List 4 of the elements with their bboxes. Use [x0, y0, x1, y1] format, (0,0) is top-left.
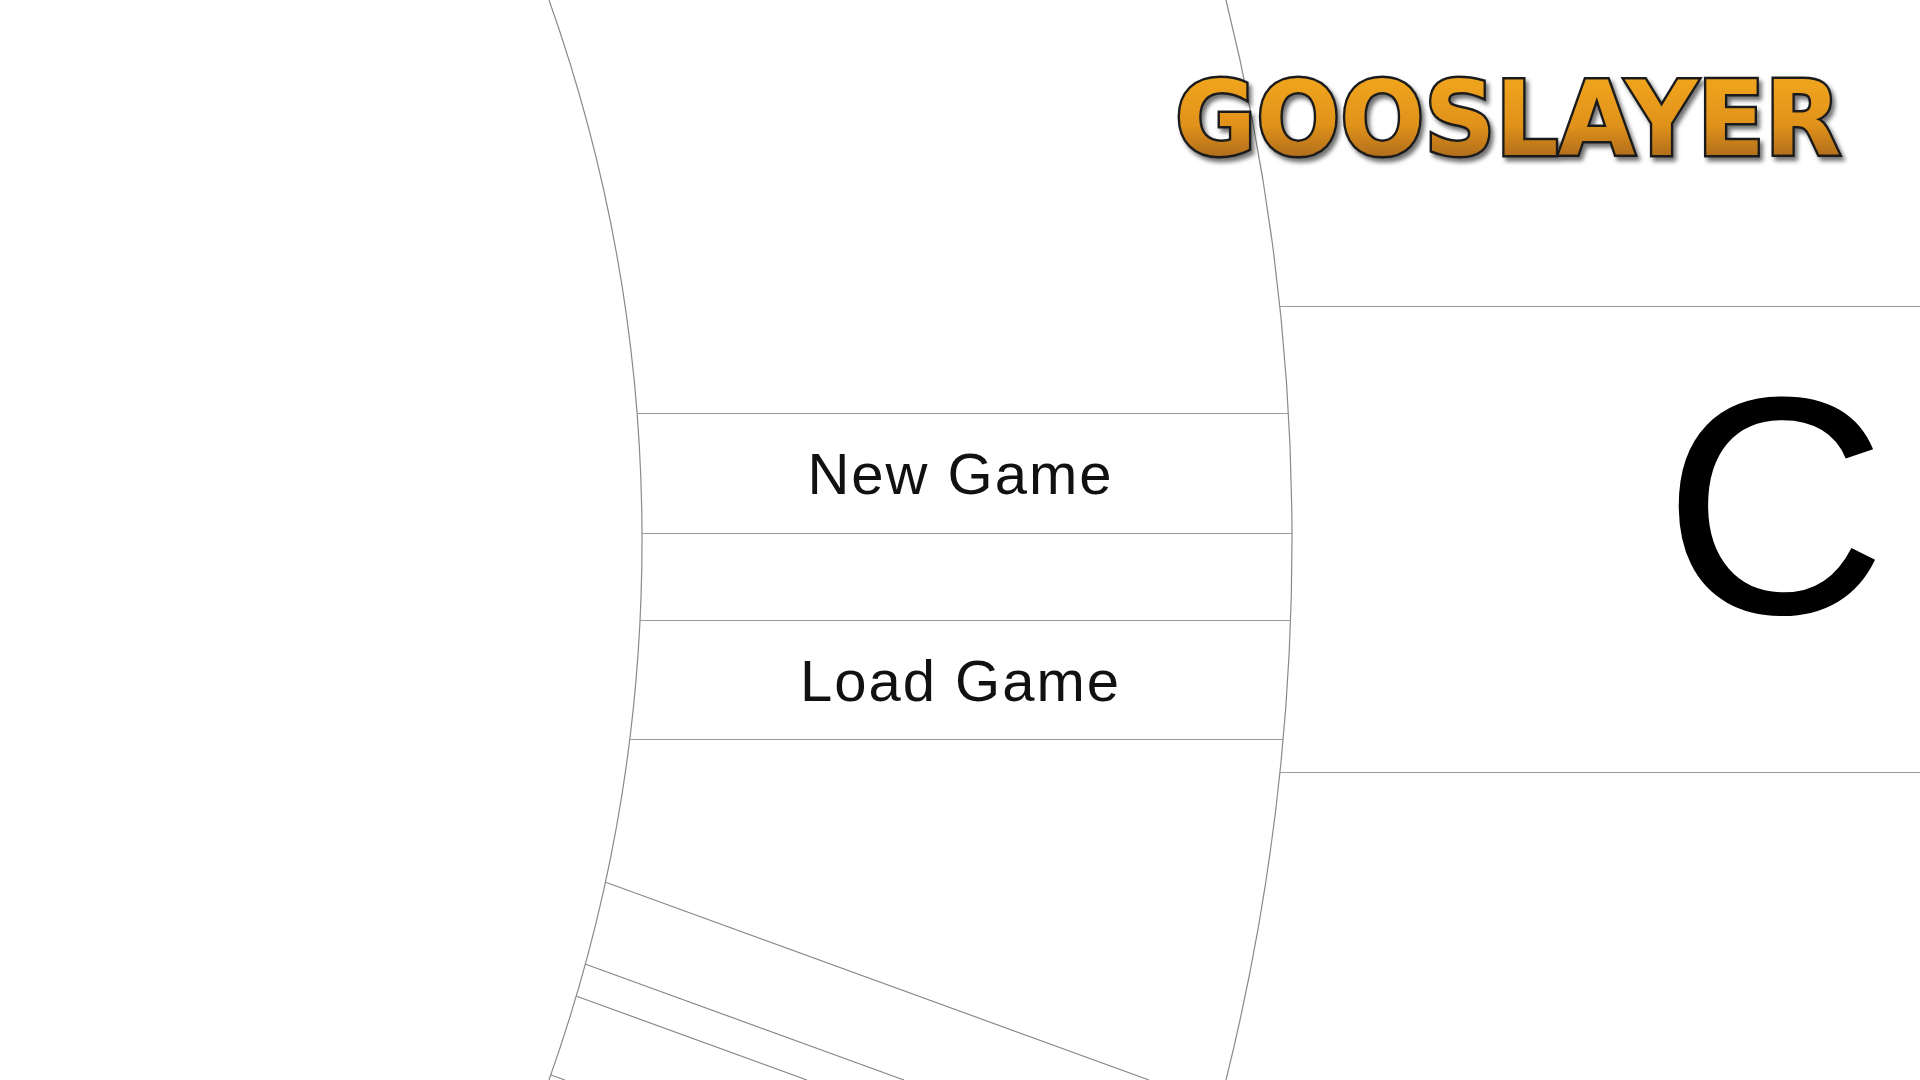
menu-button[interactable]: New Game	[629, 413, 1292, 534]
game-logo: GOOSLAYER	[1151, 55, 1865, 208]
menu-button[interactable]: Load Game	[629, 620, 1292, 740]
menu-button[interactable]: C	[1279, 306, 1920, 773]
